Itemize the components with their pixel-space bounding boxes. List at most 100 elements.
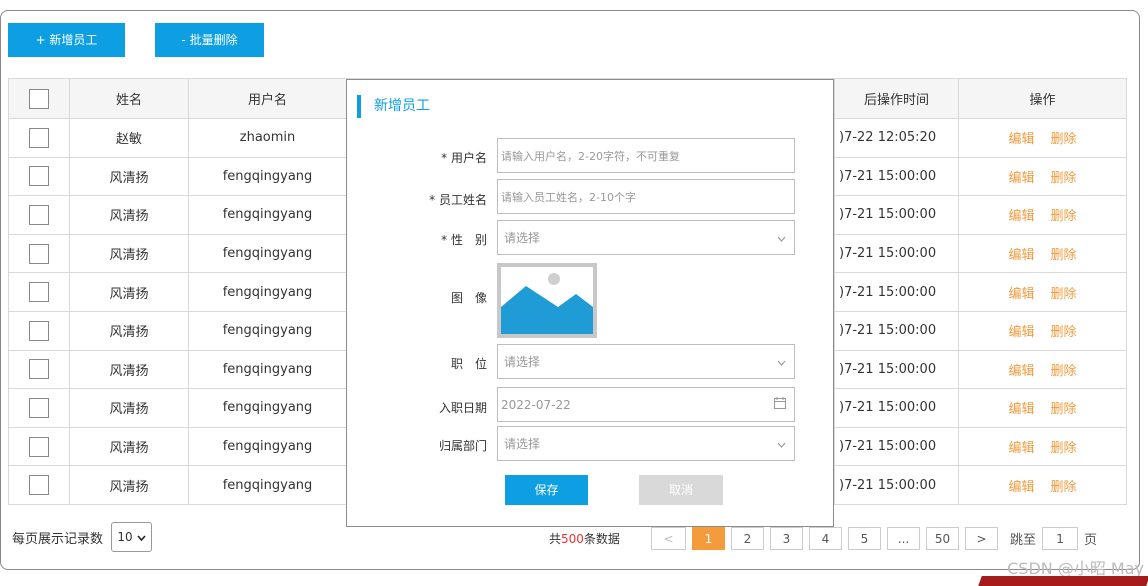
page-button[interactable]: 3 <box>770 527 803 550</box>
page-button[interactable]: 5 <box>848 527 881 550</box>
edit-link[interactable]: 编辑 <box>1008 132 1034 147</box>
edit-link[interactable]: 编辑 <box>1008 441 1034 456</box>
cell-username: zhaomin <box>188 118 347 158</box>
cell-name: 风清扬 <box>69 156 189 197</box>
delete-link[interactable]: 删除 <box>1051 209 1077 224</box>
cell-name: 风清扬 <box>69 465 189 505</box>
page-button[interactable]: 2 <box>731 527 764 550</box>
edit-link[interactable]: 编辑 <box>1008 171 1034 186</box>
header-last-op-time: 后操作时间 <box>834 78 959 119</box>
delete-link[interactable]: 删除 <box>1051 287 1077 302</box>
department-select[interactable]: 请选择 <box>497 426 795 461</box>
total-prefix: 共 <box>549 532 562 546</box>
cell-name: 风清扬 <box>69 233 189 274</box>
row-checkbox[interactable] <box>29 243 49 264</box>
row-checkbox[interactable] <box>29 282 49 303</box>
cell-actions: 编辑 删除 <box>958 388 1127 428</box>
cell-username: fengqingyang <box>188 272 347 312</box>
cell-last-op-time: )7-21 15:00:00 <box>834 426 959 467</box>
cell-last-op-time: )7-22 12:05:20 <box>834 118 959 158</box>
image-label: 图 像 <box>450 291 487 305</box>
row-checkbox[interactable] <box>29 436 49 457</box>
delete-link[interactable]: 删除 <box>1051 480 1077 495</box>
page-button[interactable]: 50 <box>926 527 959 550</box>
chevron-down-icon <box>777 231 786 245</box>
row-checkbox[interactable] <box>29 166 49 187</box>
entry-date-input[interactable]: 2022-07-22 <box>497 387 795 422</box>
entry-date-value: 2022-07-22 <box>501 397 571 412</box>
edit-link[interactable]: 编辑 <box>1008 209 1034 224</box>
save-button[interactable]: 保存 <box>505 475 588 505</box>
gender-select[interactable]: 请选择 <box>497 220 795 255</box>
cell-name: 风清扬 <box>69 195 189 235</box>
cell-username: fengqingyang <box>188 233 347 274</box>
row-checkbox[interactable] <box>29 204 49 225</box>
position-label: 职 位 <box>450 357 487 371</box>
edit-link[interactable]: 编辑 <box>1008 402 1034 417</box>
entry-date-label: 入职日期 <box>438 401 487 415</box>
edit-link[interactable]: 编辑 <box>1008 248 1034 263</box>
row-select-cell <box>8 465 70 505</box>
row-checkbox[interactable] <box>29 475 49 496</box>
select-all-checkbox[interactable] <box>29 88 49 109</box>
edit-link[interactable]: 编辑 <box>1008 325 1034 340</box>
batch-delete-button[interactable]: - 批量删除 <box>155 23 264 57</box>
gender-label: * 性 别 <box>441 233 487 247</box>
cell-username: fengqingyang <box>188 465 347 505</box>
delete-link[interactable]: 删除 <box>1051 364 1077 379</box>
department-label: 归属部门 <box>438 439 487 453</box>
row-select-cell <box>8 349 70 390</box>
cell-username: fengqingyang <box>188 426 347 467</box>
delete-link[interactable]: 删除 <box>1051 325 1077 340</box>
cell-last-op-time: )7-21 15:00:00 <box>834 465 959 505</box>
cell-username: fengqingyang <box>188 195 347 235</box>
cell-last-op-time: )7-21 15:00:00 <box>834 388 959 428</box>
add-employee-button[interactable]: + 新增员工 <box>8 23 125 57</box>
cell-name: 风清扬 <box>69 272 189 312</box>
cell-actions: 编辑 删除 <box>958 310 1127 351</box>
delete-link[interactable]: 删除 <box>1051 441 1077 456</box>
edit-link[interactable]: 编辑 <box>1008 480 1034 495</box>
cell-last-op-time: )7-21 15:00:00 <box>834 195 959 235</box>
position-placeholder: 请选择 <box>504 355 541 369</box>
next-page-button[interactable]: > <box>965 527 998 550</box>
cell-actions: 编辑 删除 <box>958 195 1127 235</box>
delete-link[interactable]: 删除 <box>1051 402 1077 417</box>
edit-link[interactable]: 编辑 <box>1008 287 1034 302</box>
page-button[interactable]: 4 <box>809 527 842 550</box>
modal-title: 新增员工 <box>357 95 430 118</box>
page-button[interactable]: 1 <box>692 527 725 550</box>
cell-actions: 编辑 删除 <box>958 349 1127 390</box>
row-checkbox[interactable] <box>29 397 49 418</box>
page-ellipsis[interactable]: ... <box>887 527 920 550</box>
page-size-value: 10 <box>117 530 133 544</box>
chevron-down-icon <box>777 437 786 451</box>
delete-link[interactable]: 删除 <box>1051 171 1077 186</box>
username-input[interactable]: 请输入用户名，2-20字符，不可重复 <box>497 138 795 173</box>
delete-link[interactable]: 删除 <box>1051 248 1077 263</box>
realname-input[interactable]: 请输入员工姓名，2-10个字 <box>497 179 795 214</box>
edit-link[interactable]: 编辑 <box>1008 364 1034 379</box>
row-checkbox[interactable] <box>29 127 49 148</box>
cell-actions: 编辑 删除 <box>958 426 1127 467</box>
position-select[interactable]: 请选择 <box>497 344 795 379</box>
department-placeholder: 请选择 <box>504 437 541 451</box>
goto-page-input[interactable]: 1 <box>1042 527 1079 550</box>
row-checkbox[interactable] <box>29 320 49 341</box>
total-suffix: 条数据 <box>583 532 620 546</box>
cancel-button[interactable]: 取消 <box>639 475 723 505</box>
cell-username: fengqingyang <box>188 310 347 351</box>
page-size-select[interactable]: 10 <box>111 522 153 552</box>
select-all-cell <box>8 78 70 119</box>
goto-suffix: 页 <box>1084 533 1098 548</box>
header-name: 姓名 <box>69 78 189 119</box>
delete-link[interactable]: 删除 <box>1051 132 1077 147</box>
page-size-label: 每页展示记录数 <box>12 531 104 547</box>
goto-page: 跳至 1 页 <box>1010 527 1097 550</box>
prev-page-button[interactable]: < <box>651 527 686 550</box>
row-checkbox[interactable] <box>29 359 49 380</box>
calendar-icon[interactable] <box>774 397 786 412</box>
row-select-cell <box>8 118 70 158</box>
image-upload[interactable] <box>497 263 597 338</box>
cell-last-op-time: )7-21 15:00:00 <box>834 310 959 351</box>
